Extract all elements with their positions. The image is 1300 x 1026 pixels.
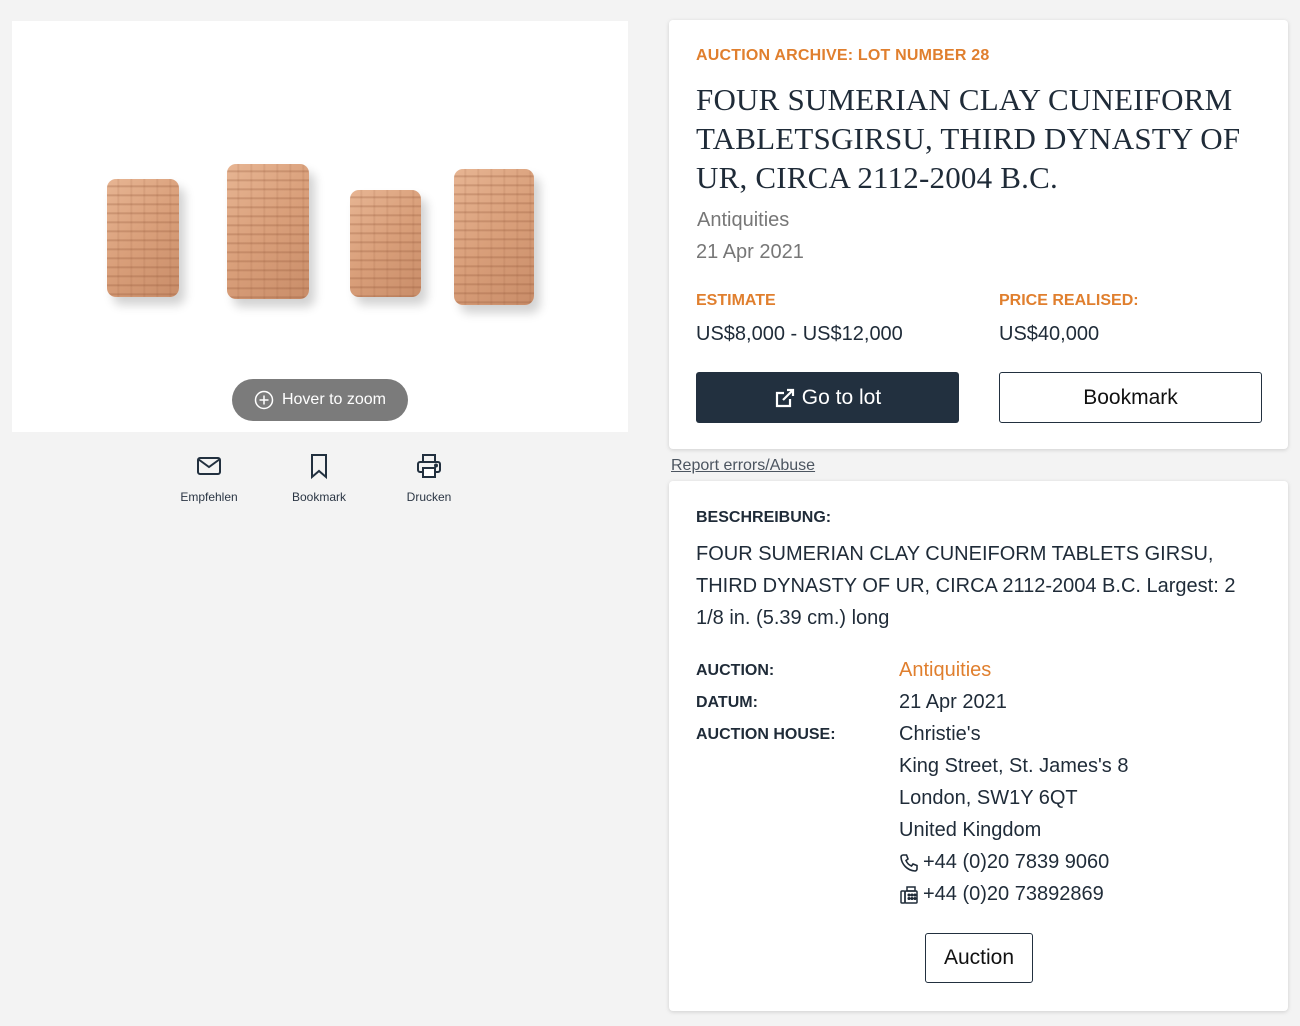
envelope-icon [197,457,221,475]
address-line-2: London, SW1Y 6QT [899,787,1078,809]
hover-to-zoom-hint: Hover to zoom [232,379,408,421]
report-errors-link[interactable]: Report errors/Abuse [671,457,815,475]
lot-image-panel[interactable]: Hover to zoom [12,21,628,432]
lot-category: Antiquities [697,209,790,231]
bookmark-action-label: Bookmark [291,490,347,504]
datum-value: 21 Apr 2021 [899,691,1007,713]
recommend-label: Empfehlen [180,490,238,504]
auction-link[interactable]: Antiquities [899,659,991,682]
fax-icon [900,885,918,904]
zoom-plus-icon [254,390,274,410]
datum-label: DATUM: [696,694,758,711]
printer-icon [417,454,441,478]
auction-label: AUCTION: [696,662,775,679]
fax-number: +44 (0)20 73892869 [923,883,1104,905]
lot-date: 21 Apr 2021 [696,241,804,263]
description-label: BESCHREIBUNG: [696,509,832,526]
bookmark-action-button[interactable]: Bookmark [264,452,374,504]
auction-house-label: AUCTION HOUSE: [696,726,836,743]
external-link-icon [775,388,794,407]
phone-row: +44 (0)20 7839 9060 [899,851,1109,874]
tablet-image-3 [350,190,421,297]
description-card: BESCHREIBUNG: FOUR SUMERIAN CLAY CUNEIFO… [669,481,1288,1011]
fax-row: +44 (0)20 73892869 [899,883,1104,906]
bookmark-button[interactable]: Bookmark [999,372,1262,423]
lot-title: FOUR SUMERIAN CLAY CUNEIFORM TABLETSGIRS… [696,82,1241,195]
lot-summary-card: AUCTION ARCHIVE: LOT NUMBER 28 FOUR SUME… [669,20,1288,449]
auction-button[interactable]: Auction [925,933,1033,983]
go-to-lot-button[interactable]: Go to lot [696,372,959,423]
auction-house-name: Christie's [899,723,981,745]
address-line-3: United Kingdom [899,819,1042,841]
phone-number: +44 (0)20 7839 9060 [923,851,1110,873]
estimate-value: US$8,000 - US$12,000 [696,323,903,345]
zoom-hint-label: Hover to zoom [281,391,387,408]
tablet-image-1 [107,179,179,297]
tablet-image-4 [454,169,534,305]
recommend-button[interactable]: Empfehlen [154,452,264,504]
price-realised-value: US$40,000 [999,323,1100,345]
bookmark-icon [311,454,327,480]
print-button[interactable]: Drucken [374,452,484,504]
print-label: Drucken [406,490,452,504]
lot-eyebrow: AUCTION ARCHIVE: LOT NUMBER 28 [696,47,990,64]
address-line-1: King Street, St. James's 8 [899,755,1129,777]
go-to-lot-label: Go to lot [801,385,882,409]
price-realised-label: PRICE REALISED: [999,292,1139,309]
tablet-image-2 [227,164,309,299]
image-actions: Empfehlen Bookmark Drucken [154,452,484,504]
estimate-label: ESTIMATE [696,292,776,309]
description-text: FOUR SUMERIAN CLAY CUNEIFORM TABLETS GIR… [696,543,1236,629]
phone-icon [900,853,918,872]
